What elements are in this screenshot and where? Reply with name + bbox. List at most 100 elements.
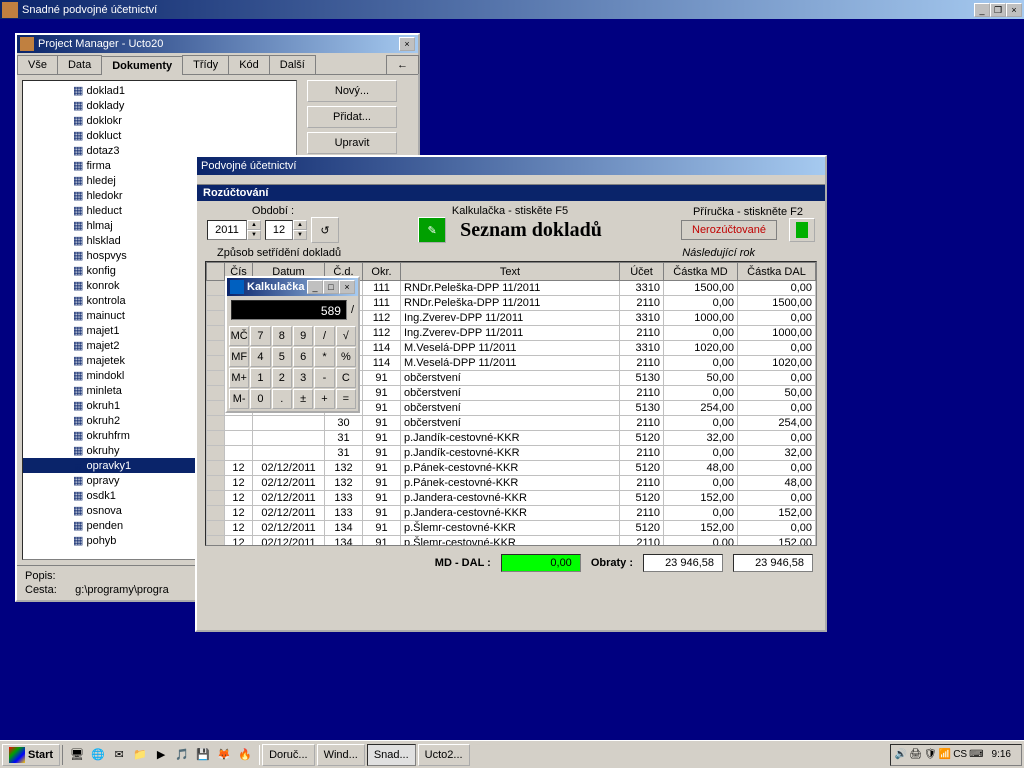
ql-icon[interactable]: 🦊 <box>214 745 234 765</box>
month-up[interactable]: ▲ <box>293 220 307 230</box>
calc-key[interactable]: MF <box>229 347 249 367</box>
ql-icon[interactable]: ✉ <box>109 745 129 765</box>
app-close-button[interactable]: × <box>1006 3 1022 17</box>
refresh-button[interactable]: ↺ <box>311 217 339 243</box>
table-row[interactable]: 1202/12/201113291p.Pánek-cestovné-KKR211… <box>207 476 816 491</box>
tray-icon[interactable]: ⌨ <box>969 749 983 760</box>
calc-key[interactable]: MČ <box>229 326 249 346</box>
year-input[interactable] <box>207 220 247 240</box>
col-header[interactable]: Účet <box>620 263 664 281</box>
app-restore-button[interactable]: ❐ <box>990 3 1006 17</box>
table-row[interactable]: 1202/12/201113391p.Jandera-cestovné-KKR5… <box>207 491 816 506</box>
pm-tab[interactable]: Třídy <box>182 55 229 74</box>
calc-maximize-button[interactable]: □ <box>323 280 339 294</box>
pm-tab[interactable]: Kód <box>228 55 270 74</box>
table-row[interactable]: 1202/12/201113391p.Jandera-cestovné-KKR2… <box>207 506 816 521</box>
calc-key[interactable]: 7 <box>250 326 270 346</box>
pm-titlebar[interactable]: Project Manager - Ucto20 × <box>17 35 418 53</box>
tray-icon[interactable]: 🖨 <box>909 749 922 760</box>
unposted-button[interactable]: Nerozúčtované <box>681 220 777 240</box>
month-input[interactable] <box>265 220 293 240</box>
ql-icon[interactable]: ▶ <box>151 745 171 765</box>
calc-key[interactable]: ± <box>293 389 313 409</box>
col-header[interactable] <box>207 263 225 281</box>
calc-key[interactable]: . <box>272 389 292 409</box>
pm-tab[interactable]: Další <box>269 55 316 74</box>
clock[interactable]: 9:16 <box>986 749 1017 760</box>
calc-launch-button[interactable]: ✎ <box>418 217 446 243</box>
month-down[interactable]: ▼ <box>293 230 307 240</box>
ql-icon[interactable]: 🎵 <box>172 745 192 765</box>
calculator-window[interactable]: Kalkulačka _ □ × 589 / MČ789/√MF456*%M+1… <box>225 276 360 413</box>
month-spinner[interactable]: ▲▼ <box>265 217 307 243</box>
calc-key[interactable]: 4 <box>250 347 270 367</box>
calc-key[interactable]: / <box>314 326 334 346</box>
pm-tab[interactable]: Vše <box>17 55 58 74</box>
calc-key[interactable]: 3 <box>293 368 313 388</box>
table-row[interactable]: 1202/12/201113491p.Šlemr-cestovné-KKR512… <box>207 521 816 536</box>
calc-key[interactable]: 1 <box>250 368 270 388</box>
table-row[interactable]: 1202/12/201113291p.Pánek-cestovné-KKR512… <box>207 461 816 476</box>
calc-key[interactable]: + <box>314 389 334 409</box>
pm-tree-item[interactable]: doklady <box>23 98 296 113</box>
taskbar-task[interactable]: Doruč... <box>262 744 315 766</box>
calc-key[interactable]: 2 <box>272 368 292 388</box>
taskbar-task[interactable]: Ucto2... <box>418 744 470 766</box>
calc-key[interactable]: M- <box>229 389 249 409</box>
app-minimize-button[interactable]: _ <box>974 3 990 17</box>
calc-key[interactable]: * <box>314 347 334 367</box>
ql-icon[interactable]: 🖥 <box>67 745 87 765</box>
calc-key[interactable]: 8 <box>272 326 292 346</box>
tray-icon[interactable]: 📶 <box>939 749 951 760</box>
ql-icon[interactable]: 📁 <box>130 745 150 765</box>
table-row[interactable]: 3191p.Jandík-cestovné-KKR512032,000,00 <box>207 431 816 446</box>
year-spinner[interactable]: ▲▼ <box>207 217 261 243</box>
calc-key[interactable]: 9 <box>293 326 313 346</box>
quick-launch[interactable]: 🖥🌐✉📁▶🎵💾🦊🔥 <box>62 745 260 765</box>
pm-tab-scroll[interactable]: ← <box>386 55 419 74</box>
calc-key[interactable]: M+ <box>229 368 249 388</box>
pm-tab[interactable]: Data <box>57 55 102 74</box>
calc-key[interactable]: 6 <box>293 347 313 367</box>
col-header[interactable]: Částka DAL <box>738 263 816 281</box>
pm-tree-item[interactable]: dokluct <box>23 128 296 143</box>
calc-minimize-button[interactable]: _ <box>307 280 323 294</box>
tray-icon[interactable]: 🔊 <box>895 749 907 760</box>
table-row[interactable]: 3091občerstvení21100,00254,00 <box>207 416 816 431</box>
taskbar-task[interactable]: Wind... <box>317 744 365 766</box>
calc-key[interactable]: 0 <box>250 389 270 409</box>
table-row[interactable]: 1202/12/201113491p.Šlemr-cestovné-KKR211… <box>207 536 816 547</box>
ac-titlebar[interactable]: Podvojné účetnictví <box>197 157 825 175</box>
pm-action-button[interactable]: Přidat... <box>307 106 397 128</box>
calc-key[interactable]: = <box>336 389 356 409</box>
calc-key[interactable]: C <box>336 368 356 388</box>
calc-key[interactable]: √ <box>336 326 356 346</box>
taskbar-task[interactable]: Snad... <box>367 744 416 766</box>
calc-key[interactable]: 5 <box>272 347 292 367</box>
pm-tree-item[interactable]: doklokr <box>23 113 296 128</box>
table-row[interactable]: 3191p.Jandík-cestovné-KKR21100,0032,00 <box>207 446 816 461</box>
pm-tab[interactable]: Dokumenty <box>101 56 183 75</box>
year-up[interactable]: ▲ <box>247 220 261 230</box>
exit-button[interactable] <box>789 218 815 242</box>
pm-action-button[interactable]: Nový... <box>307 80 397 102</box>
taskbar[interactable]: Start 🖥🌐✉📁▶🎵💾🦊🔥 Doruč...Wind...Snad...Uc… <box>0 740 1024 768</box>
calc-key[interactable]: % <box>336 347 356 367</box>
tray-icon[interactable]: CS <box>953 749 967 760</box>
col-header[interactable]: Text <box>401 263 620 281</box>
tray-icon[interactable]: 🛡 <box>924 749 937 760</box>
calc-key[interactable]: - <box>314 368 334 388</box>
ql-icon[interactable]: 🔥 <box>235 745 255 765</box>
ql-icon[interactable]: 💾 <box>193 745 213 765</box>
year-down[interactable]: ▼ <box>247 230 261 240</box>
calc-close-button[interactable]: × <box>339 280 355 294</box>
pm-action-button[interactable]: Upravit <box>307 132 397 154</box>
start-button[interactable]: Start <box>2 744 60 766</box>
col-header[interactable]: Okr. <box>363 263 401 281</box>
pm-tree-item[interactable]: doklad1 <box>23 83 296 98</box>
app-titlebar[interactable]: Snadné podvojné účetnictví _ ❐ × <box>0 0 1024 19</box>
col-header[interactable]: Částka MD <box>664 263 738 281</box>
system-tray[interactable]: 🔊🖨🛡📶CS⌨ 9:16 <box>890 744 1022 766</box>
ql-icon[interactable]: 🌐 <box>88 745 108 765</box>
calc-titlebar[interactable]: Kalkulačka _ □ × <box>227 278 358 296</box>
